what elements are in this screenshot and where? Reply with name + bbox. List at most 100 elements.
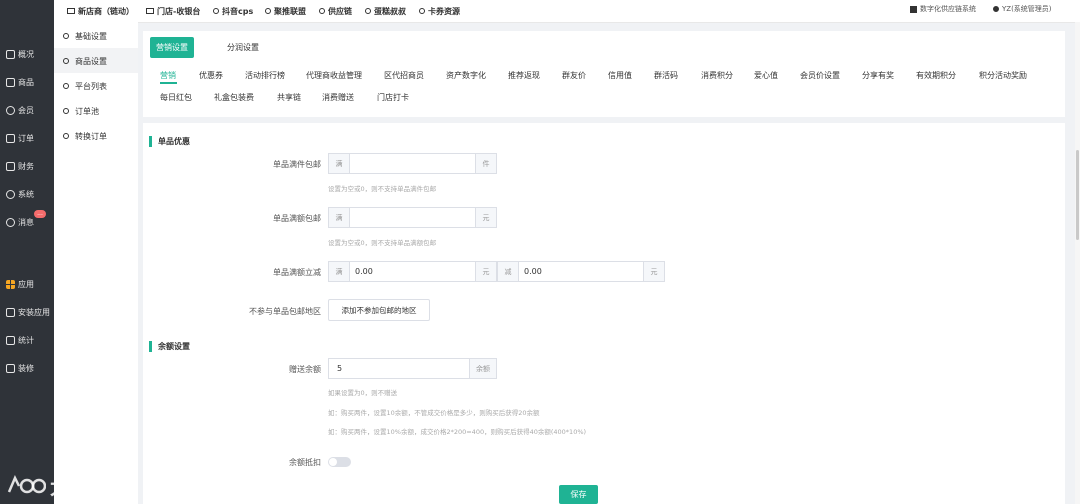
subtab-member-price[interactable]: 会员价设置 — [800, 70, 840, 81]
full-piece-input[interactable]: 满 件 — [328, 153, 497, 174]
section-title-balance: 余额设置 — [149, 340, 190, 352]
input-suffix: 元 — [475, 262, 496, 281]
user-icon — [6, 105, 15, 115]
subtab-group-price[interactable]: 群友价 — [562, 70, 586, 81]
subnav-label: 商品设置 — [75, 56, 107, 66]
save-button[interactable]: 保存 — [559, 485, 598, 504]
input-prefix: 满 — [329, 262, 350, 281]
subtab-shared-chain[interactable]: 共享链 — [277, 92, 301, 103]
subtab-consume-gift[interactable]: 消费赠送 — [322, 92, 354, 103]
ring-icon — [63, 58, 69, 64]
message-icon — [6, 217, 15, 227]
nav-label: 财务 — [18, 161, 34, 171]
nav-item-overview[interactable]: 概况 — [6, 47, 34, 61]
subtab-marketing[interactable]: 营销 — [160, 70, 176, 81]
topbar-item-supply-chain[interactable]: 供应链 — [319, 0, 352, 22]
overview-icon — [6, 49, 15, 59]
left-navigation: 概况 商品 会员 订单 财务 系统 消息 ... 应用 安装应用 统计 装修 — [0, 0, 54, 504]
subnav-item-convert-orders[interactable]: 转换订单 — [63, 129, 107, 143]
input-suffix: 元 — [475, 208, 496, 227]
subtab-gift-box-fee[interactable]: 礼盒包装费 — [214, 92, 254, 103]
nav-item-messages[interactable]: 消息 — [6, 215, 34, 229]
nav-label: 订单 — [18, 133, 34, 143]
add-exclude-region-button[interactable]: 添加不参加包邮的地区 — [328, 299, 430, 321]
nav-item-statistics[interactable]: 统计 — [6, 333, 34, 347]
top-bar: 新店商（链动） 门店-收银台 抖音cps 聚推联盟 供应链 蛋糕叔叔 卡券资源 … — [54, 0, 1080, 23]
full-reduce-label: 单品满额立减 — [273, 268, 321, 277]
full-amount-input[interactable]: 满 元 — [328, 207, 497, 228]
topbar-item-cake[interactable]: 蛋糕叔叔 — [365, 0, 406, 22]
nav-item-install-apps[interactable]: 安装应用 — [6, 305, 50, 319]
subtab-store-checkin[interactable]: 门店打卡 — [377, 92, 409, 103]
circle-icon — [319, 8, 325, 14]
nav-item-members[interactable]: 会员 — [6, 103, 34, 117]
nav-item-decoration[interactable]: 装修 — [6, 361, 34, 375]
subtab-agent-income[interactable]: 代理商收益管理 — [306, 70, 362, 81]
full-amount-hint: 设置为空或0，则不支持单品满额包邮 — [328, 239, 437, 247]
nav-item-products[interactable]: 商品 — [6, 75, 34, 89]
ring-icon — [63, 108, 69, 114]
subtab-coupon[interactable]: 优惠券 — [199, 70, 223, 81]
subtab-ranking[interactable]: 活动排行榜 — [245, 70, 285, 81]
balance-deduct-toggle[interactable] — [328, 457, 351, 467]
gift-balance-hint-1: 如果设置为0，则不赠送 — [328, 389, 398, 397]
subtab-group-code[interactable]: 群活码 — [654, 70, 678, 81]
circle-icon — [213, 8, 219, 14]
subtab-share-reward[interactable]: 分享有奖 — [862, 70, 894, 81]
subtab-valid-points[interactable]: 有效期积分 — [916, 70, 956, 81]
input-prefix: 满 — [329, 154, 350, 173]
nav-item-orders[interactable]: 订单 — [6, 131, 34, 145]
input-suffix: 件 — [475, 154, 496, 173]
subnav-item-product-settings[interactable]: 商品设置 — [63, 54, 107, 68]
subnav-item-basic[interactable]: 基础设置 — [63, 29, 107, 43]
subtab-region-agent[interactable]: 区代招商员 — [384, 70, 424, 81]
section-title-text: 余额设置 — [158, 341, 190, 351]
active-subtab-indicator — [160, 82, 177, 84]
user-menu[interactable]: YZ(系统管理员) — [993, 0, 1052, 18]
subtab-asset-digital[interactable]: 资产数字化 — [446, 70, 486, 81]
scrollbar-thumb[interactable] — [1076, 150, 1079, 240]
nav-label: 安装应用 — [18, 307, 50, 317]
gift-balance-hint-2: 如：购买两件，设置10余额，不管成交价格是多少，则购买后获得20余额 — [328, 409, 540, 417]
exclude-region-label: 不参与单品包邮地区 — [249, 307, 321, 316]
cart-icon — [6, 133, 15, 143]
topbar-item-coupons[interactable]: 卡券资源 — [419, 0, 460, 22]
gift-balance-input[interactable]: 5 余额 — [328, 358, 497, 379]
nav-label: 概况 — [18, 49, 34, 59]
ring-icon — [63, 83, 69, 89]
subtab-love-value[interactable]: 爱心值 — [754, 70, 778, 81]
nav-item-apps[interactable]: 应用 — [6, 277, 34, 291]
nav-item-finance[interactable]: 财务 — [6, 159, 34, 173]
tab-commission-settings[interactable]: 分润设置 — [227, 37, 259, 58]
subtab-daily-redpacket[interactable]: 每日红包 — [160, 92, 192, 103]
subnav-label: 平台列表 — [75, 81, 107, 91]
nav-item-system[interactable]: 系统 — [6, 187, 34, 201]
topbar-item-new-store[interactable]: 新店商（链动） — [67, 0, 134, 22]
subtab-credit[interactable]: 信用值 — [608, 70, 632, 81]
input-suffix: 元 — [643, 262, 664, 281]
tab-marketing-settings[interactable]: 营销设置 — [150, 37, 194, 58]
input-value: 0.00 — [524, 267, 542, 276]
page-scrollbar[interactable] — [1075, 22, 1080, 504]
full-reduce-threshold-input[interactable]: 满 0.00 元 — [328, 261, 497, 282]
system-switch[interactable]: 数字化供应链系统 — [910, 0, 976, 18]
subtab-consume-points[interactable]: 消费积分 — [701, 70, 733, 81]
subnav-item-platform-list[interactable]: 平台列表 — [63, 79, 107, 93]
nav-label: 统计 — [18, 335, 34, 345]
nav-label: 消息 — [18, 217, 34, 227]
pos-icon — [146, 8, 154, 14]
full-reduce-amount-input[interactable]: 减 0.00 元 — [497, 261, 665, 282]
input-suffix: 余额 — [469, 359, 496, 378]
subnav-item-order-pool[interactable]: 订单池 — [63, 104, 99, 118]
topbar-label: 聚推联盟 — [274, 6, 306, 16]
input-prefix: 满 — [329, 208, 350, 227]
gift-balance-label: 赠送余额 — [289, 365, 321, 374]
decoration-icon — [6, 363, 15, 373]
topbar-item-jutui[interactable]: 聚推联盟 — [265, 0, 306, 22]
subtab-referral-cashback[interactable]: 推荐返现 — [508, 70, 540, 81]
topbar-label: 门店-收银台 — [157, 6, 201, 16]
topbar-item-pos[interactable]: 门店-收银台 — [146, 0, 200, 22]
subtab-points-activity[interactable]: 积分活动奖励 — [979, 70, 1027, 81]
topbar-item-douyin[interactable]: 抖音cps — [213, 0, 253, 22]
full-piece-hint: 设置为空或0，则不支持单品满件包邮 — [328, 185, 437, 193]
